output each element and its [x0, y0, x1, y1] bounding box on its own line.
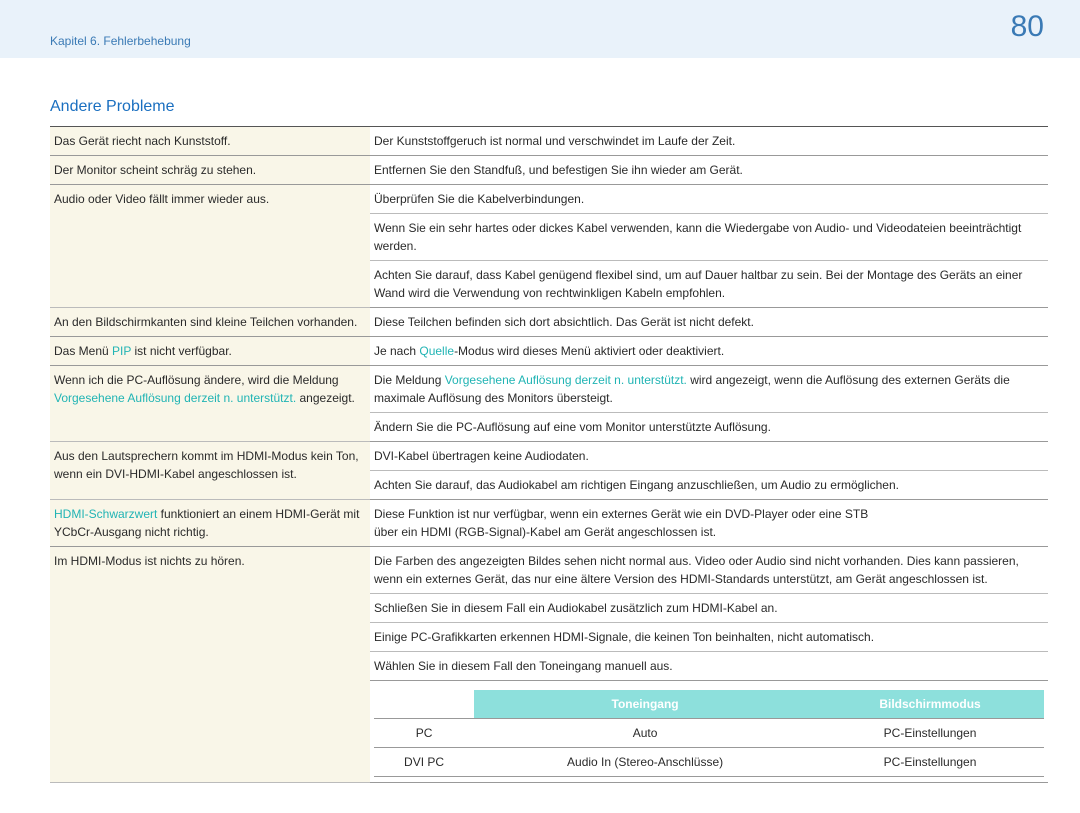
- table-row-problem: Aus den Lautsprechern kommt im HDMI-Modu…: [50, 442, 370, 500]
- table-row-solution: Schließen Sie in diesem Fall ein Audioka…: [370, 594, 1048, 623]
- page-number: 80: [1011, 10, 1044, 44]
- table-row-solution: Achten Sie darauf, das Audiokabel am ric…: [370, 471, 1048, 500]
- table-row-problem: Das Menü PIP ist nicht verfügbar.: [50, 337, 370, 366]
- table-row-solution: Diese Teilchen befinden sich dort absich…: [370, 308, 1048, 337]
- inner-table-cell: PC-Einstellungen: [816, 748, 1044, 777]
- table-row-solution: Überprüfen Sie die Kabelverbindungen.: [370, 185, 1048, 214]
- table-row-solution: DVI-Kabel übertragen keine Audiodaten.: [370, 442, 1048, 471]
- inner-table-cell: Auto: [474, 719, 816, 748]
- inner-table-cell: PC-Einstellungen: [816, 719, 1044, 748]
- inner-table-cell: DVI PC: [374, 748, 474, 777]
- table-row-problem: Wenn ich die PC-Auflösung ändere, wird d…: [50, 366, 370, 442]
- table-row-problem: Der Monitor scheint schräg zu stehen.: [50, 156, 370, 185]
- table-row-solution: Wenn Sie ein sehr hartes oder dickes Kab…: [370, 214, 1048, 261]
- inner-table-cell: Audio In (Stereo-Anschlüsse): [474, 748, 816, 777]
- inner-table-header: [374, 690, 474, 719]
- inner-table-header: Toneingang: [474, 690, 816, 719]
- table-row-solution: Diese Funktion ist nur verfügbar, wenn e…: [370, 500, 1048, 547]
- table-row-solution: Achten Sie darauf, dass Kabel genügend f…: [370, 261, 1048, 308]
- table-row-solution: Einige PC-Grafikkarten erkennen HDMI-Sig…: [370, 623, 1048, 652]
- table-row-solution: Die Meldung Vorgesehene Auflösung derzei…: [370, 366, 1048, 413]
- table-row-problem: Audio oder Video fällt immer wieder aus.: [50, 185, 370, 308]
- header-bar: Kapitel 6. Fehlerbehebung 80: [0, 0, 1080, 58]
- table-row-solution: Wählen Sie in diesem Fall den Toneingang…: [370, 652, 1048, 681]
- table-row-solution: Der Kunststoffgeruch ist normal und vers…: [370, 127, 1048, 156]
- page-content: Andere Probleme Das Gerät riecht nach Ku…: [0, 58, 1080, 813]
- section-title: Andere Probleme: [50, 98, 1048, 116]
- table-row-problem: HDMI-Schwarzwert funktioniert an einem H…: [50, 500, 370, 547]
- table-row-problem: Im HDMI-Modus ist nichts zu hören.: [50, 547, 370, 783]
- troubleshooting-table: Das Gerät riecht nach Kunststoff.Der Kun…: [50, 126, 1048, 783]
- table-row-problem: An den Bildschirmkanten sind kleine Teil…: [50, 308, 370, 337]
- chapter-label: Kapitel 6. Fehlerbehebung: [50, 34, 191, 48]
- table-row-problem: Das Gerät riecht nach Kunststoff.: [50, 127, 370, 156]
- table-row-solution: Ändern Sie die PC-Auflösung auf eine vom…: [370, 413, 1048, 442]
- table-row-solution: Die Farben des angezeigten Bildes sehen …: [370, 547, 1048, 594]
- inner-table-cell: PC: [374, 719, 474, 748]
- table-row-solution: Je nach Quelle-Modus wird dieses Menü ak…: [370, 337, 1048, 366]
- table-row-solution: ToneingangBildschirmmodus PCAutoPC-Einste…: [370, 681, 1048, 783]
- table-row-solution: Entfernen Sie den Standfuß, und befestig…: [370, 156, 1048, 185]
- audio-settings-table: ToneingangBildschirmmodus PCAutoPC-Einste…: [374, 690, 1044, 777]
- inner-table-header: Bildschirmmodus: [816, 690, 1044, 719]
